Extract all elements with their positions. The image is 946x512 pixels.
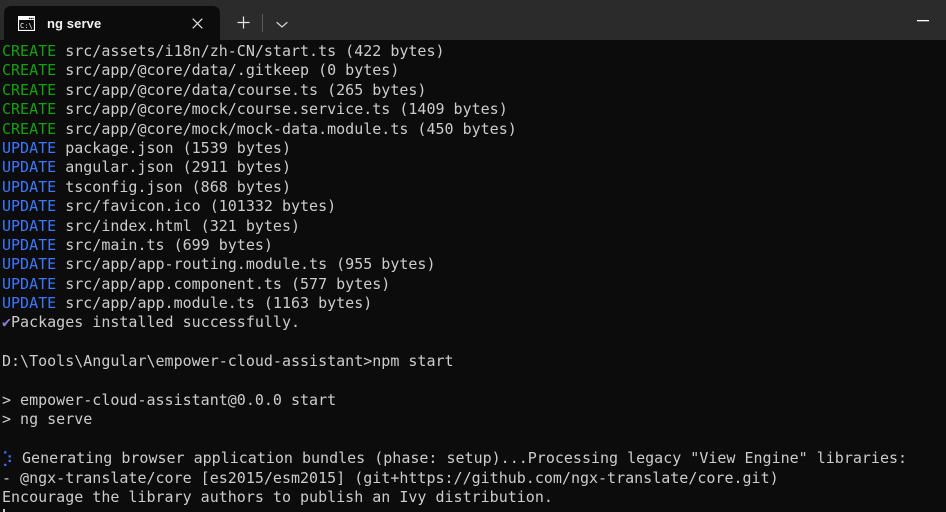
terminal-cursor-line <box>2 507 946 512</box>
toolbar-divider <box>262 14 263 32</box>
terminal-line: UPDATE src/app/app.component.ts (577 byt… <box>2 275 946 294</box>
terminal-line-text: src/app/@core/data/.gitkeep (0 bytes) <box>56 61 400 80</box>
terminal-line-tag: UPDATE <box>2 274 57 293</box>
terminal-line: UPDATE angular.json (2911 bytes) <box>2 158 946 177</box>
terminal-line-text: package.json (1539 bytes) <box>56 138 291 157</box>
terminal-line: Encourage the library authors to publish… <box>2 488 946 507</box>
terminal-line-tag: ✔ <box>2 313 12 332</box>
terminal-line-text: D:\Tools\Angular\empower-cloud-assistant… <box>2 352 454 371</box>
command-prompt-icon: C:\. <box>17 15 37 31</box>
terminal-line-text: angular.json (2911 bytes) <box>56 158 291 177</box>
terminal-line: CREATE src/app/@core/mock/mock-data.modu… <box>2 120 946 139</box>
terminal-line: CREATE src/assets/i18n/zh-CN/start.ts (4… <box>2 42 946 61</box>
terminal-line-text: src/app/app.module.ts (1163 bytes) <box>56 294 373 313</box>
terminal-line-text: src/app/app.component.ts (577 bytes) <box>56 274 391 293</box>
terminal-line-tag: UPDATE <box>2 197 57 216</box>
terminal-line: > ng serve <box>2 410 946 429</box>
terminal-line-tag: UPDATE <box>2 255 57 274</box>
tab-dropdown-button[interactable] <box>265 6 299 40</box>
terminal-line: CREATE src/app/@core/mock/course.service… <box>2 100 946 119</box>
terminal-line: UPDATE src/index.html (321 bytes) <box>2 217 946 236</box>
terminal-line: ⡱ Generating browser application bundles… <box>2 449 946 468</box>
terminal-line: UPDATE src/app/app-routing.module.ts (95… <box>2 255 946 274</box>
terminal-line-text: Encourage the library authors to publish… <box>2 487 553 506</box>
terminal-line: - @ngx-translate/core [es2015/esm2015] (… <box>2 469 946 488</box>
terminal-line-text: src/favicon.ico (101332 bytes) <box>56 197 337 216</box>
terminal-line: UPDATE src/app/app.module.ts (1163 bytes… <box>2 294 946 313</box>
terminal-line-text: src/assets/i18n/zh-CN/start.ts (422 byte… <box>56 42 445 60</box>
terminal-line-tag: UPDATE <box>2 216 57 235</box>
new-tab-button[interactable] <box>226 6 260 40</box>
title-bar: C:\. ng serve <box>0 0 946 40</box>
tab-strip: C:\. ng serve <box>0 0 299 40</box>
minimize-button[interactable] <box>900 0 946 32</box>
terminal-line-tag: CREATE <box>2 119 57 138</box>
terminal-line-text: Generating browser application bundles (… <box>13 449 908 468</box>
terminal-line-text: Packages installed successfully. <box>11 313 301 332</box>
terminal-line: UPDATE src/favicon.ico (101332 bytes) <box>2 197 946 216</box>
terminal-line-text: src/app/@core/data/course.ts (265 bytes) <box>56 80 427 99</box>
terminal-line-text: src/app/app-routing.module.ts (955 bytes… <box>56 255 436 274</box>
terminal-line-text: src/app/@core/mock/course.service.ts (14… <box>56 100 508 119</box>
terminal-line-tag: CREATE <box>2 61 57 80</box>
svg-text:C:\.: C:\. <box>20 22 35 30</box>
terminal-line: CREATE src/app/@core/data/.gitkeep (0 by… <box>2 61 946 80</box>
terminal-line-tag: CREATE <box>2 42 57 60</box>
terminal-line-text: > empower-cloud-assistant@0.0.0 start <box>2 391 337 410</box>
terminal-line: D:\Tools\Angular\empower-cloud-assistant… <box>2 352 946 371</box>
terminal-line-tag: UPDATE <box>2 235 57 254</box>
terminal-line-text: src/index.html (321 bytes) <box>56 216 301 235</box>
terminal-line: UPDATE package.json (1539 bytes) <box>2 139 946 158</box>
minimize-icon <box>917 7 929 26</box>
terminal-line-tag: CREATE <box>2 80 57 99</box>
terminal-line-text: src/main.ts (699 bytes) <box>56 235 273 254</box>
terminal-line-text: > ng serve <box>2 410 93 429</box>
tab-ng-serve[interactable]: C:\. ng serve <box>4 6 220 40</box>
terminal-line: UPDATE src/main.ts (699 bytes) <box>2 236 946 255</box>
terminal-line-text: tsconfig.json (868 bytes) <box>56 177 291 196</box>
tab-title: ng serve <box>47 15 102 31</box>
window-controls <box>900 0 946 40</box>
terminal-line-tag: UPDATE <box>2 294 57 313</box>
terminal-line: UPDATE tsconfig.json (868 bytes) <box>2 178 946 197</box>
close-icon[interactable] <box>184 10 210 36</box>
terminal-line-tag: ⡱ <box>2 449 13 468</box>
terminal-line: CREATE src/app/@core/data/course.ts (265… <box>2 81 946 100</box>
terminal-line-tag: CREATE <box>2 100 57 119</box>
terminal-line-text: - @ngx-translate/core [es2015/esm2015] (… <box>2 468 779 487</box>
terminal-line-tag: UPDATE <box>2 177 57 196</box>
terminal-line-tag: UPDATE <box>2 158 57 177</box>
terminal-line: > empower-cloud-assistant@0.0.0 start <box>2 391 946 410</box>
terminal-line-text: src/app/@core/mock/mock-data.module.ts (… <box>56 119 517 138</box>
terminal-line: ✔Packages installed successfully. <box>2 313 946 332</box>
chevron-down-icon <box>276 14 288 33</box>
terminal-line-tag: UPDATE <box>2 138 57 157</box>
terminal-output[interactable]: CREATE src/assets/i18n/zh-CN/start.ts (4… <box>0 40 946 512</box>
plus-icon <box>237 14 250 33</box>
